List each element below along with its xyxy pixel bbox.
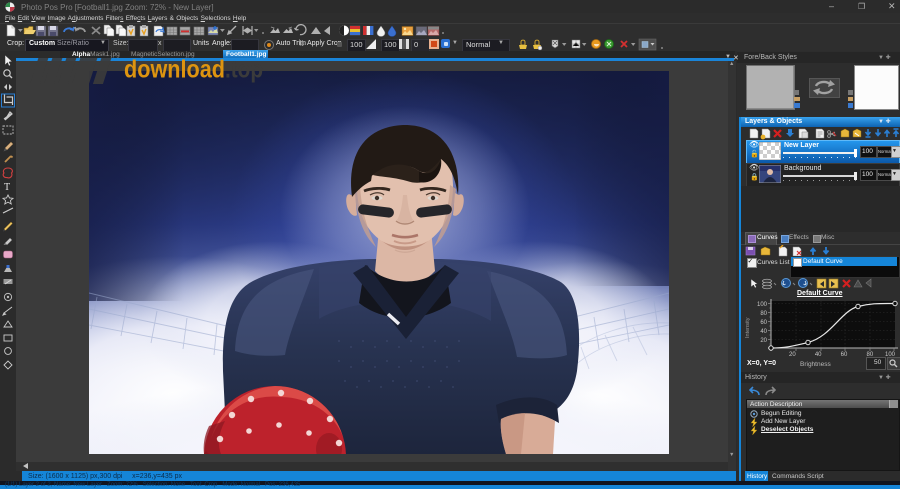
svg-text:T: T bbox=[4, 182, 10, 193]
svg-text:100: 100 bbox=[757, 302, 768, 308]
svg-text:60: 60 bbox=[760, 320, 767, 326]
svg-text:Intensity: Intensity bbox=[745, 317, 751, 338]
svg-text:80: 80 bbox=[760, 311, 767, 317]
svg-text:40: 40 bbox=[760, 329, 767, 335]
svg-text:.top: .top bbox=[225, 56, 263, 84]
svg-text:20: 20 bbox=[760, 338, 767, 344]
svg-text:download: download bbox=[124, 56, 225, 84]
